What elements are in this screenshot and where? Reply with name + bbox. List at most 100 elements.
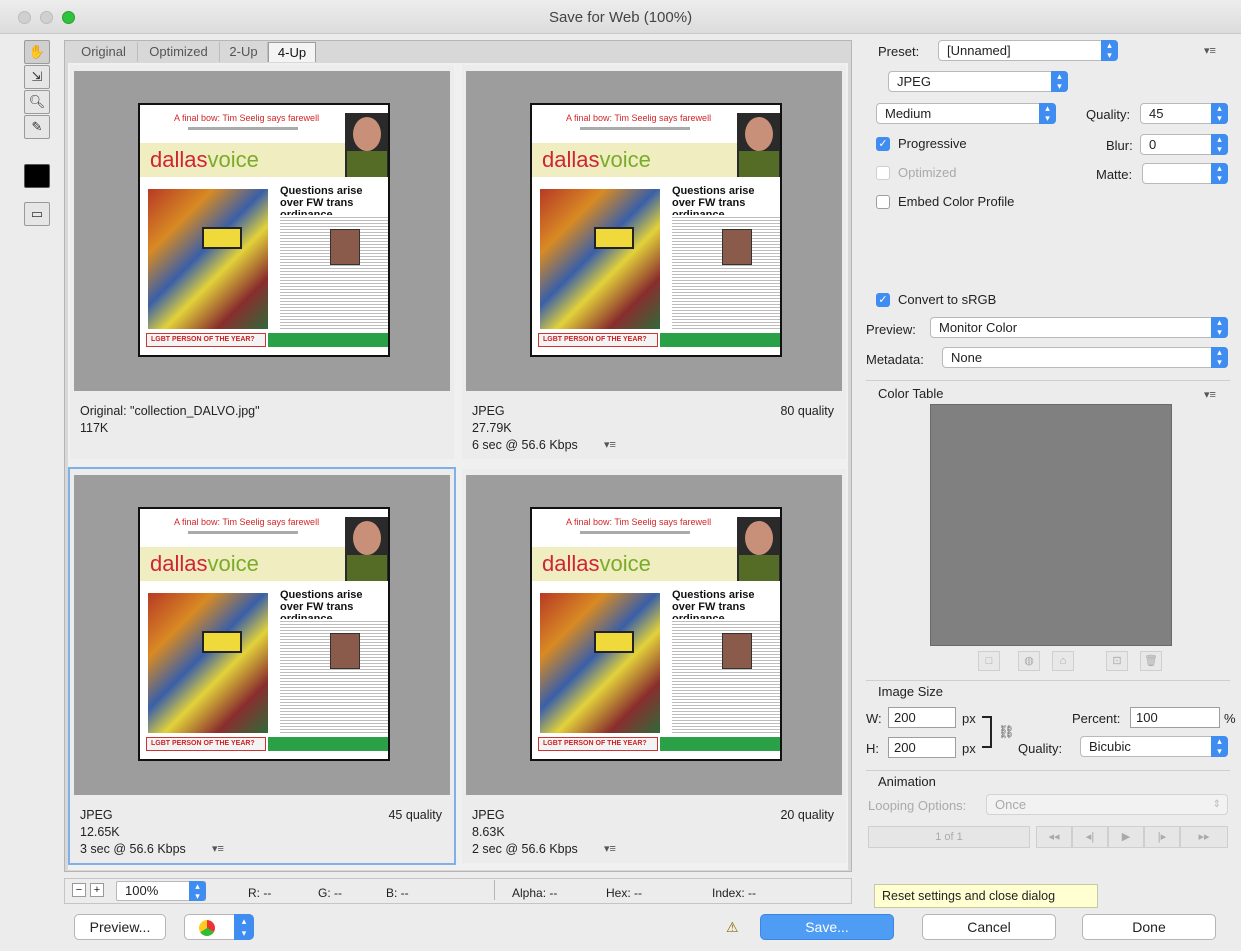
preview-pane-45[interactable]: A final bow: Tim Seelig says farewell da… <box>68 467 456 865</box>
next-frame-icon: |▸ <box>1144 826 1180 848</box>
browser-select[interactable]: ▴ ▾ <box>184 914 254 940</box>
web-shift-icon[interactable]: ◍ <box>1018 651 1040 671</box>
chevron-updown-icon: ▴ ▾ <box>1039 103 1056 124</box>
preview-canvas: A final bow: Tim Seelig says farewell da… <box>74 71 450 391</box>
download-rate-menu-icon[interactable]: ▾≡ <box>604 437 616 454</box>
link-icon[interactable]: ⛓ <box>998 724 1015 740</box>
zoom-select[interactable]: 100% ▴ ▾ <box>116 881 206 901</box>
looping-select: Once ⇕ <box>986 794 1228 815</box>
tab-2up[interactable]: 2-Up <box>220 42 268 62</box>
thumb-footer-banner: LGBT PERSON OF THE YEAR? <box>146 333 266 347</box>
cancel-button[interactable]: Cancel <box>922 914 1056 940</box>
pane-size: 117K <box>80 421 109 435</box>
pane-format: Original: "collection_DALVO.jpg" <box>80 404 260 418</box>
embed-profile-label: Embed Color Profile <box>898 194 1015 209</box>
preview-canvas: A final bow: Tim Seelig says farewell da… <box>466 71 842 391</box>
preview-canvas: A final bow: Tim Seelig says farewell da… <box>74 475 450 795</box>
progressive-checkbox[interactable]: ✓ <box>876 137 890 151</box>
thumb-footer-green <box>660 333 780 347</box>
resample-quality-label: Quality: <box>1018 741 1063 756</box>
pane-quality: 20 quality <box>780 808 834 822</box>
quality-field[interactable]: 45 ▴ ▾ <box>1140 103 1228 124</box>
warning-icon: ⚠ <box>726 919 739 935</box>
hand-icon[interactable]: ✋ <box>24 40 50 64</box>
chevron-updown-icon: ▴ ▾ <box>1211 103 1228 124</box>
eyedropper-color-swatch[interactable] <box>24 164 50 188</box>
new-color-icon[interactable]: ⊡ <box>1106 651 1128 671</box>
eyedropper-icon[interactable]: ✎ <box>24 115 50 139</box>
pane-format: JPEG <box>472 404 505 418</box>
color-table[interactable] <box>930 404 1172 646</box>
height-label: H: <box>866 741 879 756</box>
zoom-out-icon[interactable]: − <box>72 883 86 897</box>
thumb-subline <box>188 127 298 130</box>
thumb-footer-green <box>268 737 388 751</box>
percent-field[interactable]: 100 <box>1130 707 1220 728</box>
toggle-slices-icon[interactable]: ▭ <box>24 202 50 226</box>
quality-label: Quality: <box>1086 107 1131 122</box>
thumb-headline: A final bow: Tim Seelig says farewell <box>174 517 320 527</box>
matte-select[interactable]: ▴ ▾ <box>1142 163 1228 184</box>
zoom-icon[interactable]: 🔍︎ <box>24 90 50 114</box>
preview-button[interactable]: Preview... <box>74 914 166 940</box>
slice-select-icon[interactable]: ⇲ <box>24 65 50 89</box>
save-button[interactable]: Save... <box>760 914 894 940</box>
newspaper-thumbnail: A final bow: Tim Seelig says farewell da… <box>138 103 390 357</box>
done-button[interactable]: Done <box>1082 914 1216 940</box>
preset-select[interactable]: [Unnamed] ▴ ▾ <box>938 40 1118 61</box>
embed-profile-checkbox[interactable] <box>876 195 890 209</box>
thumb-logo: dallasvoice <box>542 147 651 172</box>
convert-srgb-checkbox[interactable]: ✓ <box>876 293 890 307</box>
resample-quality-select[interactable]: Bicubic ▴ ▾ <box>1080 736 1228 757</box>
metadata-value: None <box>951 350 983 365</box>
compression-select[interactable]: Medium ▴ ▾ <box>876 103 1056 124</box>
thumb-photo <box>540 189 660 329</box>
divider <box>866 380 1230 381</box>
blur-value: 0 <box>1149 137 1157 152</box>
preset-value: [Unnamed] <box>947 43 1011 58</box>
preview-pane-80[interactable]: A final bow: Tim Seelig says farewell da… <box>462 65 846 459</box>
chevron-updown-icon: ▴ ▾ <box>234 914 254 940</box>
thumb-footer-banner: LGBT PERSON OF THE YEAR? <box>538 333 658 347</box>
trash-icon[interactable]: 🗑︎ <box>1140 651 1162 671</box>
tab-optimized[interactable]: Optimized <box>138 42 220 62</box>
zoom-in-icon[interactable]: + <box>90 883 104 897</box>
thumb-headline: A final bow: Tim Seelig says farewell <box>566 113 712 123</box>
color-table-menu-icon[interactable]: ▾≡ <box>1204 388 1216 401</box>
width-field[interactable]: 200 <box>888 707 956 728</box>
thumb-footer-banner: LGBT PERSON OF THE YEAR? <box>146 737 266 751</box>
play-icon: ▶ <box>1108 826 1144 848</box>
zoom-value: 100% <box>125 883 159 898</box>
preview-pane-original[interactable]: A final bow: Tim Seelig says farewell da… <box>70 65 454 459</box>
metadata-select[interactable]: None ▴ ▾ <box>942 347 1228 368</box>
optimized-checkbox <box>876 166 890 180</box>
preview-pane-20[interactable]: A final bow: Tim Seelig says farewell da… <box>462 469 846 863</box>
thumb-mugshot <box>330 633 360 669</box>
metadata-label: Metadata: <box>866 352 924 367</box>
preview-select[interactable]: Monitor Color ▴ ▾ <box>930 317 1228 338</box>
tab-original[interactable]: Original <box>70 42 138 62</box>
quality-value: 45 <box>1149 106 1164 121</box>
height-field[interactable]: 200 <box>888 737 956 758</box>
window-title: Save for Web (100%) <box>548 9 693 26</box>
optimized-label: Optimized <box>898 165 957 180</box>
percent-label: Percent: <box>1072 711 1121 726</box>
blur-field[interactable]: 0 ▴ ▾ <box>1140 134 1228 155</box>
download-rate-menu-icon[interactable]: ▾≡ <box>212 841 224 858</box>
format-select[interactable]: JPEG ▴ ▾ <box>888 71 1068 92</box>
pane-download-time: 6 sec @ 56.6 Kbps <box>472 438 578 452</box>
tool-palette: ✋ ⇲ 🔍︎ ✎ ▭ <box>22 40 54 230</box>
red-readout: R: -- <box>248 886 272 900</box>
width-label: W: <box>866 711 882 726</box>
optimize-menu-icon[interactable]: ▾≡ <box>1204 44 1216 57</box>
lock-color-icon[interactable]: ⌂ <box>1052 651 1074 671</box>
download-rate-menu-icon[interactable]: ▾≡ <box>604 841 616 858</box>
map-color-icon[interactable]: □ <box>978 651 1000 671</box>
previous-frame-icon: ◂| <box>1072 826 1108 848</box>
preview-canvas: A final bow: Tim Seelig says farewell da… <box>466 475 842 795</box>
index-readout: Index: -- <box>712 886 757 900</box>
thumb-headline: A final bow: Tim Seelig says farewell <box>566 517 712 527</box>
hex-readout: Hex: -- <box>606 886 642 900</box>
tab-4up[interactable]: 4-Up <box>268 42 316 62</box>
pane-format: JPEG <box>472 808 505 822</box>
